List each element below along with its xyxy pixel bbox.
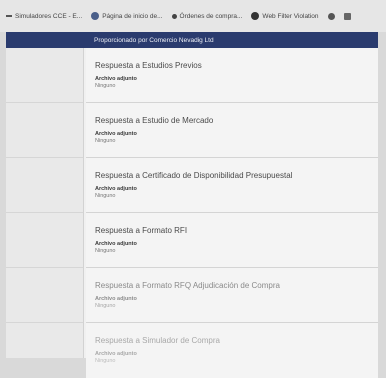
attachment-label: Archivo adjunto [95,131,137,137]
header-bar: Proporcionado por Comercio Nevadig Ltd [6,32,378,48]
bookmark-pagina-inicio[interactable]: Página de inicio de... [91,12,163,20]
sidebar-divider [6,322,83,323]
left-sidebar [6,44,84,358]
attachment-value: Ninguno [95,193,116,199]
card-title: Respuesta a Simulador de Compra [95,336,220,345]
bookmark-web-filter[interactable]: Web Filter Violation [251,12,319,20]
attachment-label: Archivo adjunto [95,351,137,357]
card-title: Respuesta a Formato RFQ Adjudicación de … [95,281,280,290]
attachment-label: Archivo adjunto [95,241,137,247]
attachment-value: Ninguno [95,303,116,309]
bookmark-label: Simuladores CCE - E... [15,12,83,20]
check-icon [251,12,260,20]
card-title: Respuesta a Estudio de Mercado [95,116,214,125]
bookmark-label: Web Filter Violation [262,12,319,20]
attachment-label: Archivo adjunto [95,186,137,192]
bookmark-label: Órdenes de compra... [179,12,243,20]
card-title: Respuesta a Certificado de Disponibilida… [95,171,293,180]
globe-icon [91,12,100,20]
response-card[interactable]: Respuesta a Estudio de Mercado Archivo a… [86,103,378,158]
card-title: Respuesta a Estudios Previos [95,61,202,70]
header-text: Proporcionado por Comercio Nevadig Ltd [94,36,214,44]
dot-icon [171,13,177,19]
sidebar-divider [6,157,83,158]
responses-list: Respuesta a Estudios Previos Archivo adj… [86,48,378,378]
bookmark-ordenes-compra[interactable]: Órdenes de compra... [171,12,243,20]
response-card[interactable]: Respuesta a Certificado de Disponibilida… [86,158,378,213]
extension-icon[interactable] [343,12,351,20]
attachment-label: Archivo adjunto [95,76,137,82]
bookmarks-bar: Simuladores CCE - E... Página de inicio … [0,0,386,32]
attachment-value: Ninguno [95,248,116,254]
sidebar-divider [6,267,83,268]
sidebar-divider [6,102,83,103]
bookmark-label: Página de inicio de... [102,12,163,20]
attachment-label: Archivo adjunto [95,296,137,302]
dash-icon [6,15,12,17]
attachment-value: Ninguno [95,83,116,89]
extension-button[interactable] [327,12,335,20]
response-card[interactable]: Respuesta a Formato RFI Archivo adjunto … [86,213,378,268]
response-card[interactable]: Respuesta a Formato RFQ Adjudicación de … [86,268,378,323]
card-title: Respuesta a Formato RFI [95,226,188,235]
bookmark-simuladores[interactable]: Simuladores CCE - E... [6,13,82,20]
attachment-value: Ninguno [95,138,116,144]
sidebar-divider [6,212,83,213]
response-card[interactable]: Respuesta a Simulador de Compra Archivo … [86,323,378,378]
attachment-value: Ninguno [95,358,116,364]
response-card[interactable]: Respuesta a Estudios Previos Archivo adj… [86,48,378,103]
app-window: Proporcionado por Comercio Nevadig Ltd R… [6,32,378,378]
gear-icon [327,12,335,20]
